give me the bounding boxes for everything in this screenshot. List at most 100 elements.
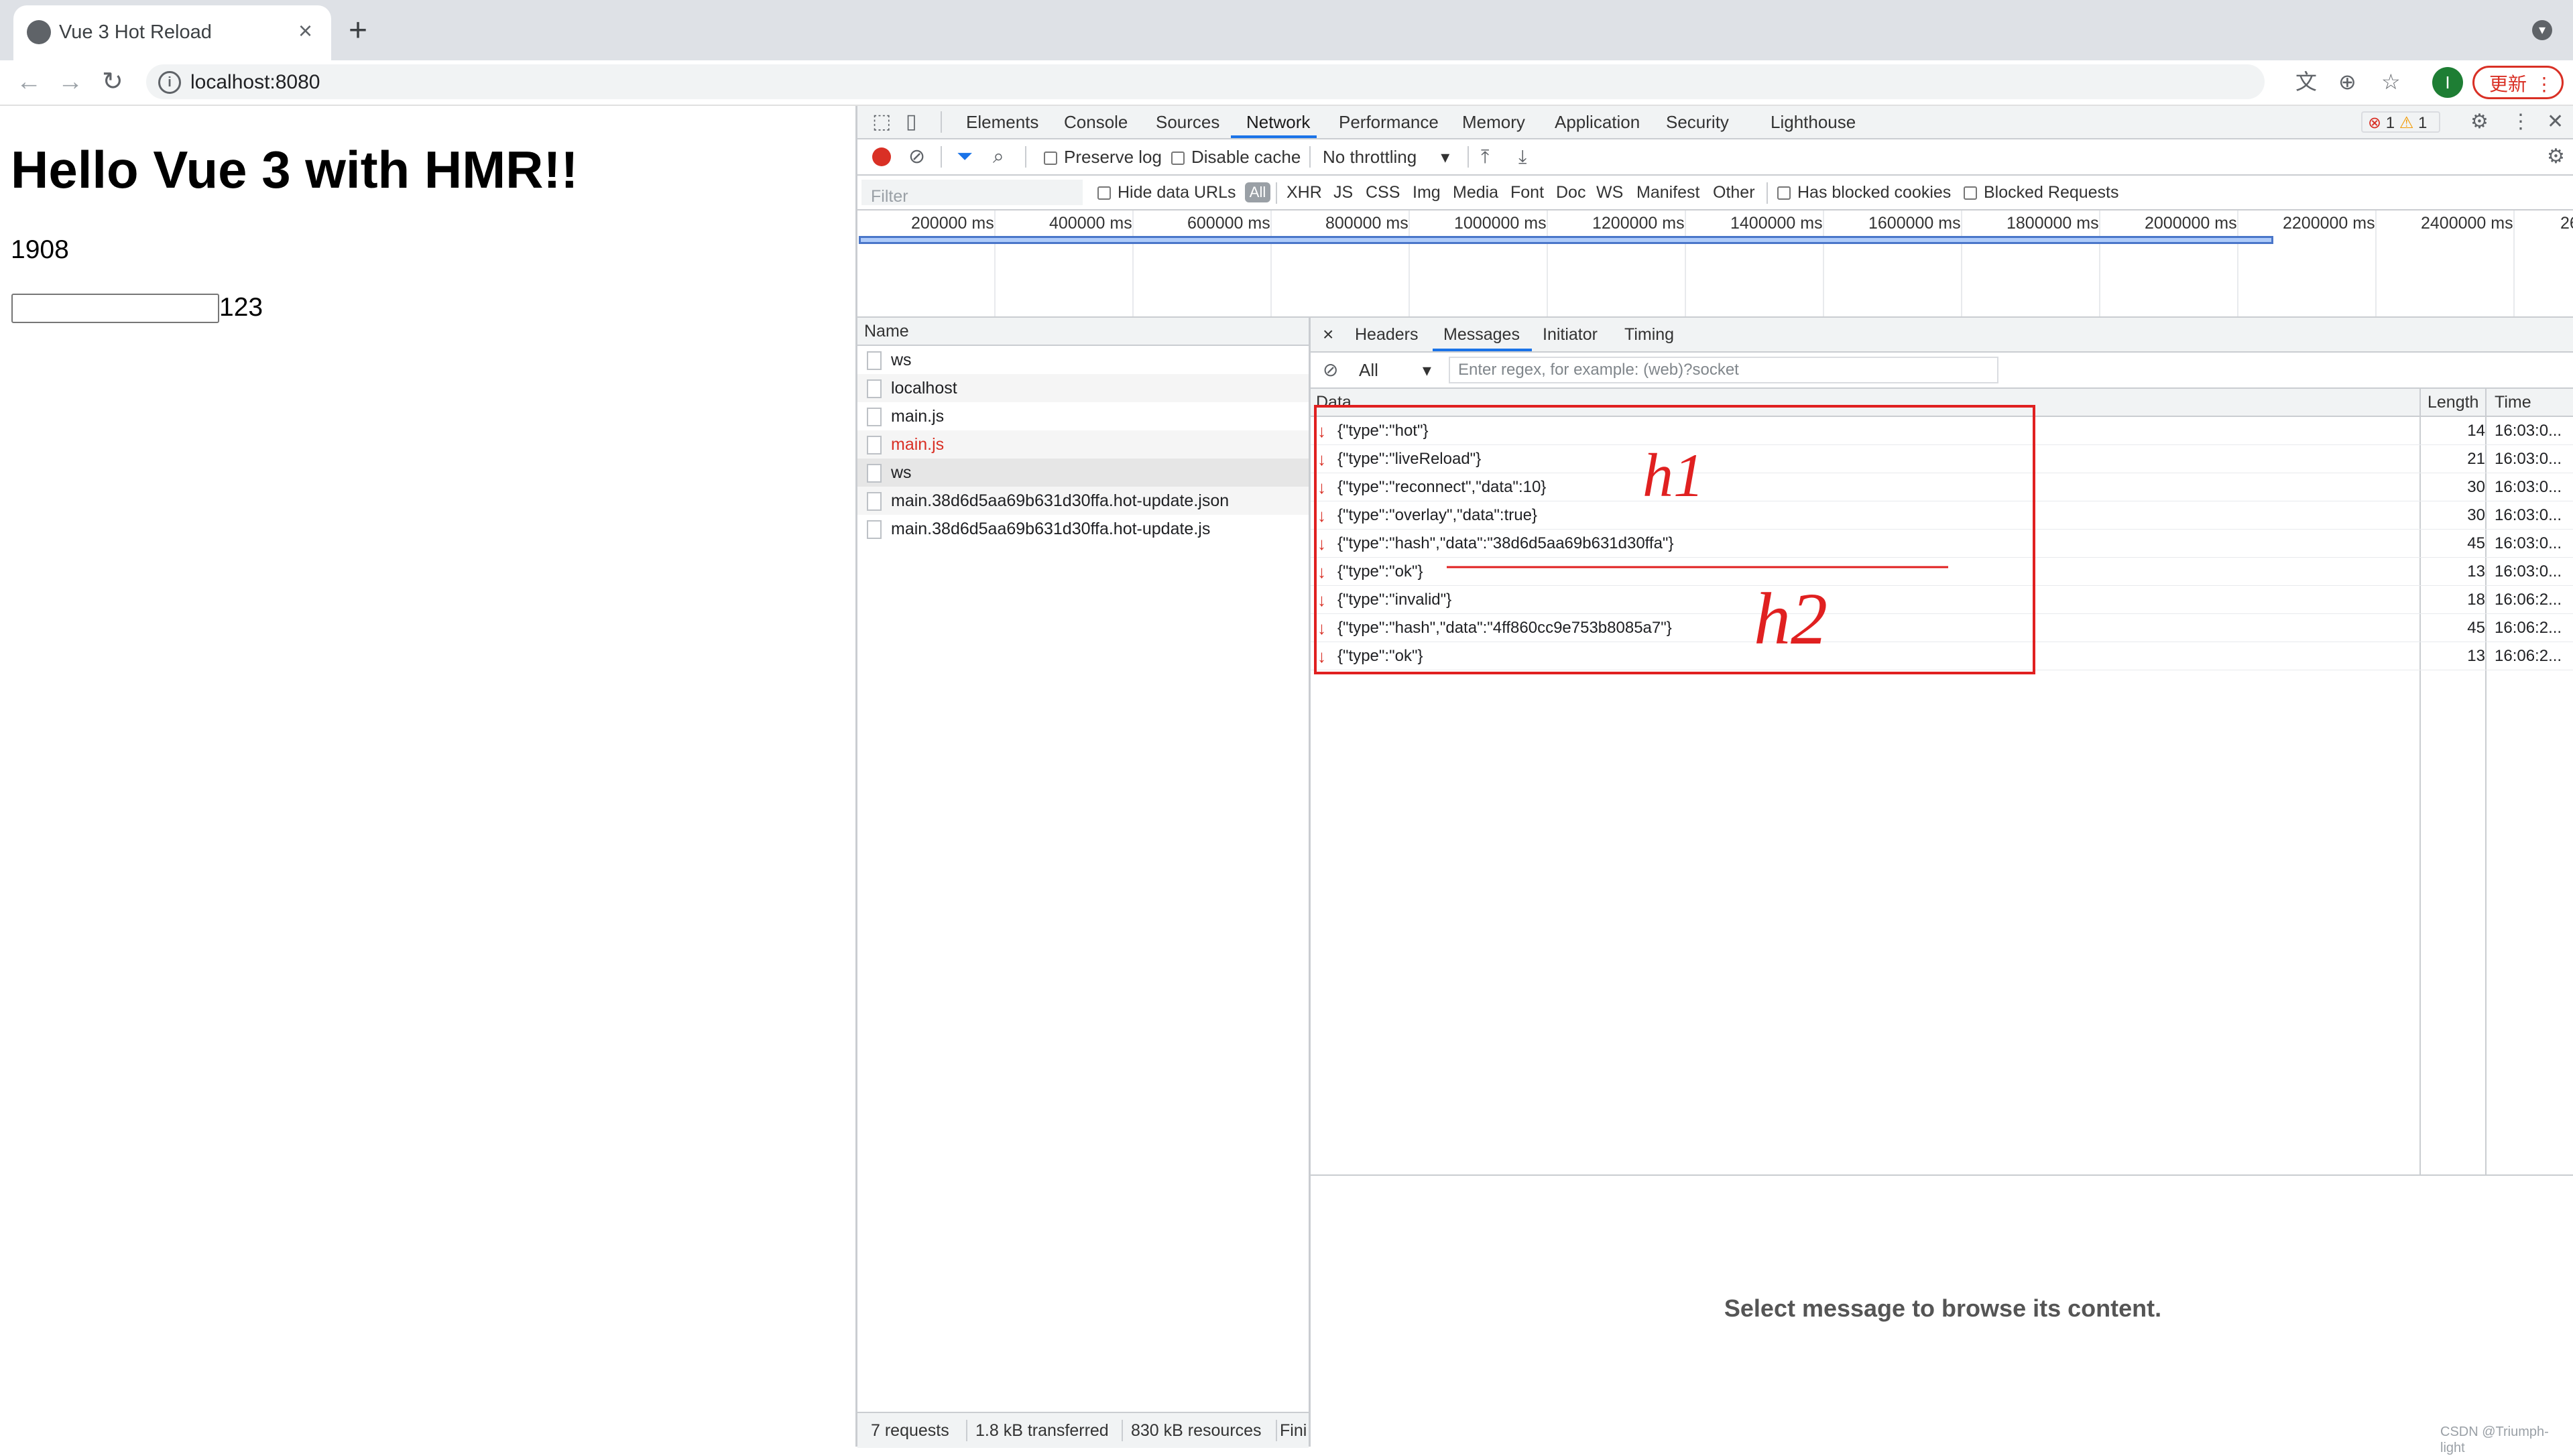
text-input[interactable] (11, 294, 219, 323)
search-icon[interactable]: ⌕ (993, 139, 1004, 174)
address-bar[interactable]: i localhost:8080 (146, 64, 2265, 99)
request-row[interactable]: main.js (857, 430, 1309, 459)
filter-placeholder: Filter (871, 187, 908, 206)
translate-icon[interactable]: 文 (2295, 70, 2317, 94)
type-filter-doc[interactable]: Doc (1556, 176, 1585, 209)
file-icon (867, 379, 882, 398)
tab-security[interactable]: Security (1666, 106, 1729, 138)
name-header-label: Name (864, 322, 909, 341)
type-filter-img[interactable]: Img (1413, 176, 1441, 209)
preserve-log-checkbox[interactable]: Preserve log (1044, 139, 1162, 174)
active-tab-indicator (1433, 349, 1532, 351)
request-row-selected[interactable]: ws (857, 459, 1309, 487)
export-har-icon[interactable]: ⤓ (1518, 139, 1527, 174)
browser-tab[interactable]: Vue 3 Hot Reload × (13, 5, 331, 60)
filter-funnel-icon[interactable]: ⏷ (957, 139, 973, 174)
tab-messages[interactable]: Messages (1443, 318, 1520, 351)
issues-badge[interactable]: ⊗ 1 ⚠ 1 (2361, 111, 2440, 133)
type-filter-ws[interactable]: WS (1596, 176, 1623, 209)
tab-application[interactable]: Application (1555, 106, 1640, 138)
transferred-size: 1.8 kB transferred (975, 1421, 1109, 1440)
file-icon (867, 351, 882, 370)
type-filter-manifest[interactable]: Manifest (1636, 176, 1699, 209)
update-label: 更新 (2489, 74, 2527, 95)
disable-cache-checkbox[interactable]: Disable cache (1171, 139, 1301, 174)
clear-messages-icon[interactable]: ⊘ (1323, 353, 1338, 387)
close-detail-icon[interactable]: × (1323, 318, 1333, 351)
back-icon[interactable]: ← (16, 68, 42, 95)
device-toolbar-icon[interactable]: ▯ (906, 106, 917, 138)
url-text[interactable]: localhost:8080 (190, 71, 320, 94)
close-devtools-icon[interactable]: ✕ (2547, 106, 2564, 138)
clear-icon[interactable]: ⊘ (908, 139, 925, 174)
length-column-header[interactable]: Length (2428, 389, 2478, 416)
network-status-bar: 7 requests 1.8 kB transferred 830 kB res… (857, 1412, 1309, 1448)
grid-line (1685, 210, 1686, 316)
network-toolbar: ⊘ ⏷ ⌕ Preserve log Disable cache No thro… (857, 139, 2573, 176)
tab-sources[interactable]: Sources (1156, 106, 1219, 138)
request-row[interactable]: main.js (857, 402, 1309, 430)
timeline-tick: 600000 ms (1187, 214, 1270, 233)
tab-headers[interactable]: Headers (1355, 318, 1419, 351)
tab-timing[interactable]: Timing (1624, 318, 1674, 351)
record-icon[interactable] (872, 147, 891, 166)
tab-elements[interactable]: Elements (966, 106, 1038, 138)
name-column-header[interactable]: Name (857, 318, 1309, 346)
reload-icon[interactable]: ↻ (102, 68, 123, 95)
menu-dots-icon[interactable]: ⋮ (2535, 68, 2554, 101)
request-row[interactable]: main.38d6d5aa69b631d30ffa.hot-update.js (857, 515, 1309, 543)
throttling-select[interactable]: No throttling ▾ (1323, 139, 1449, 174)
timeline-tick: 2000000 ms (2145, 214, 2237, 233)
grid-line (994, 210, 996, 316)
type-filter-font[interactable]: Font (1510, 176, 1544, 209)
hide-data-urls-checkbox[interactable]: Hide data URLs (1097, 176, 1236, 209)
message-type-select[interactable]: All ▾ (1359, 353, 1431, 387)
tab-performance[interactable]: Performance (1339, 106, 1439, 138)
finish-time: Finis (1280, 1421, 1307, 1440)
divider (1122, 1420, 1123, 1441)
browser-toolbar: ← → ↻ i localhost:8080 文 ⊕ ☆ I 更新 ⋮ (0, 60, 2573, 106)
type-filter-other[interactable]: Other (1713, 176, 1755, 209)
type-filter-all[interactable]: All (1245, 182, 1270, 202)
divider (1276, 1420, 1277, 1441)
new-tab-button[interactable]: + (349, 15, 367, 47)
forward-icon[interactable]: → (58, 68, 83, 95)
tab-lighthouse[interactable]: Lighthouse (1771, 106, 1856, 138)
type-filter-js[interactable]: JS (1333, 176, 1353, 209)
message-time: 16:06:2... (2495, 647, 2562, 665)
profile-avatar[interactable]: I (2432, 67, 2463, 98)
tab-console[interactable]: Console (1064, 106, 1128, 138)
timeline-request-bar (859, 236, 2273, 244)
regex-filter-input[interactable]: Enter regex, for example: (web)?socket (1449, 357, 1998, 383)
network-settings-icon[interactable]: ⚙ (2547, 139, 2565, 174)
has-blocked-cookies-checkbox[interactable]: Has blocked cookies (1777, 176, 1951, 209)
more-options-icon[interactable]: ⋮ (2511, 106, 2531, 138)
request-row[interactable]: localhost (857, 374, 1309, 402)
request-row[interactable]: ws (857, 346, 1309, 374)
inspect-element-icon[interactable]: ⬚ (872, 106, 891, 138)
error-icon: ⊗ (2368, 114, 2382, 132)
tab-close-icon[interactable]: × (298, 17, 312, 44)
grid-line (2099, 210, 2100, 316)
divider (1276, 182, 1277, 204)
settings-gear-icon[interactable]: ⚙ (2470, 106, 2489, 138)
update-button[interactable]: 更新 ⋮ (2472, 66, 2564, 99)
type-filter-media[interactable]: Media (1453, 176, 1498, 209)
tab-memory[interactable]: Memory (1462, 106, 1525, 138)
zoom-icon[interactable]: ⊕ (2338, 70, 2356, 94)
info-icon[interactable]: i (158, 71, 181, 94)
chevron-down-icon: ▾ (1441, 147, 1450, 167)
request-row[interactable]: main.38d6d5aa69b631d30ffa.hot-update.jso… (857, 487, 1309, 515)
bookmark-star-icon[interactable]: ☆ (2381, 70, 2401, 94)
type-filter-xhr[interactable]: XHR (1286, 176, 1322, 209)
tab-network[interactable]: Network (1246, 106, 1310, 138)
tab-search-icon[interactable]: ▾ (2532, 20, 2552, 40)
import-har-icon[interactable]: ⤒ (1481, 139, 1489, 174)
type-filter-css[interactable]: CSS (1366, 176, 1400, 209)
blocked-requests-checkbox[interactable]: Blocked Requests (1964, 176, 2119, 209)
tab-initiator[interactable]: Initiator (1543, 318, 1598, 351)
filter-input[interactable]: Filter (861, 180, 1083, 206)
time-column-header[interactable]: Time (2495, 389, 2531, 416)
file-icon (867, 464, 882, 483)
network-overview-timeline[interactable]: 200000 ms 400000 ms 600000 ms 800000 ms … (857, 210, 2573, 318)
